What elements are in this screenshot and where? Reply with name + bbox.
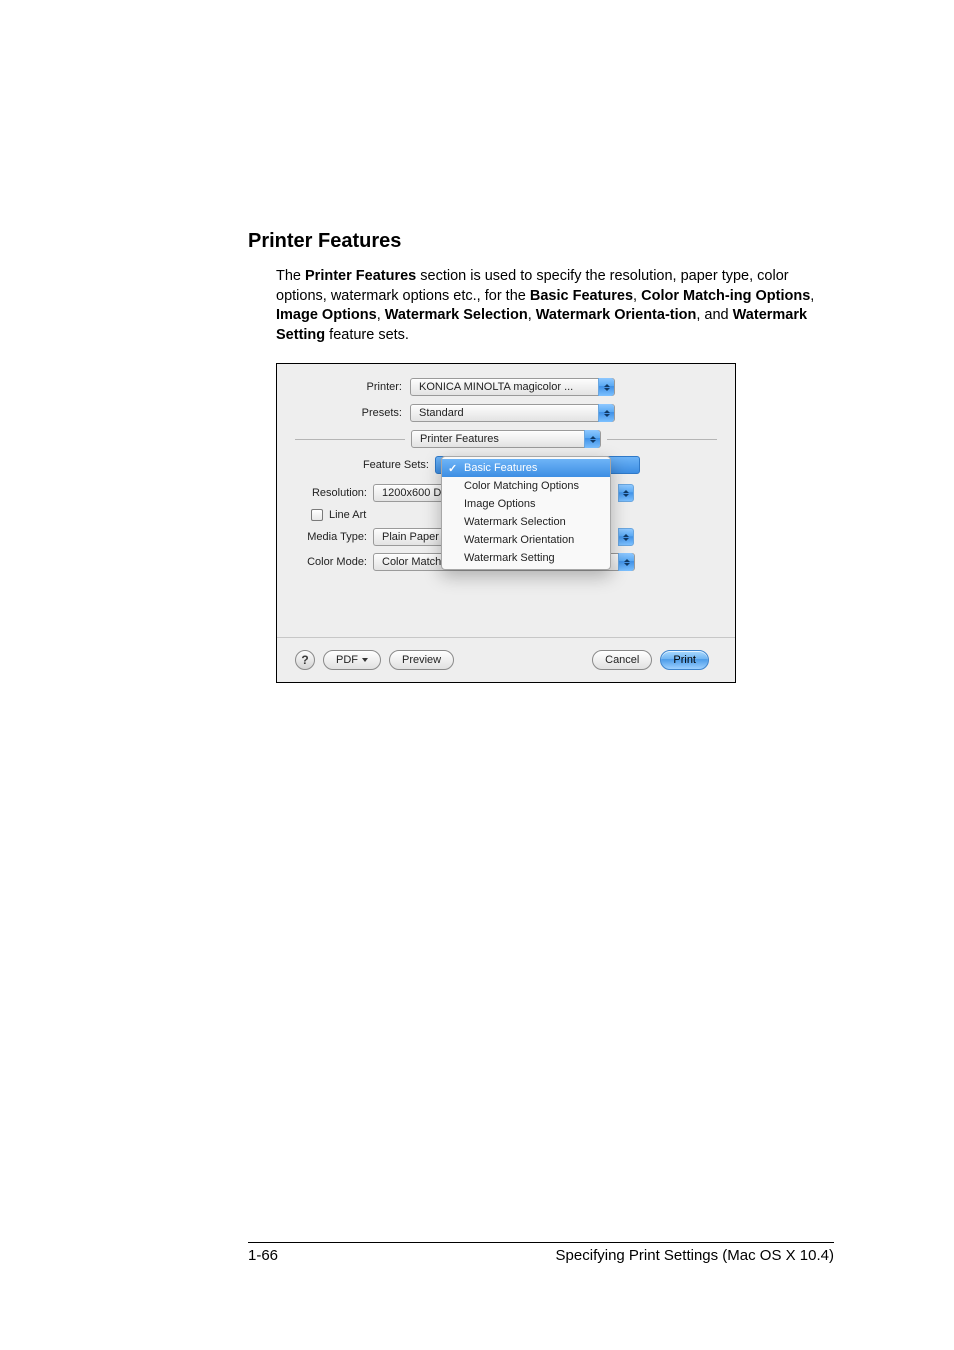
- preview-label: Preview: [402, 654, 441, 666]
- bold-text: Color Match-: [641, 288, 730, 304]
- menu-item-color-matching-options[interactable]: Color Matching Options: [442, 477, 610, 495]
- presets-value: Standard: [419, 407, 598, 419]
- bold-text: Printer Features: [305, 268, 416, 284]
- menu-item-watermark-setting[interactable]: Watermark Setting: [442, 549, 610, 567]
- color-mode-label: Color Mode:: [295, 556, 373, 568]
- menu-item-image-options[interactable]: Image Options: [442, 495, 610, 513]
- menu-item-watermark-orientation[interactable]: Watermark Orientation: [442, 531, 610, 549]
- bold-text: ing Options: [730, 288, 811, 304]
- text: ,: [377, 307, 385, 323]
- group-divider: Printer Features: [295, 430, 717, 448]
- updown-icon: [584, 430, 600, 448]
- page-number: 1-66: [248, 1247, 278, 1264]
- resolution-select[interactable]: 1200x600 D: [373, 484, 448, 502]
- print-dialog: Printer: KONICA MINOLTA magicolor ... Pr…: [276, 363, 736, 683]
- bold-text: Image Options: [276, 307, 377, 323]
- text: ,: [810, 288, 814, 304]
- pdf-label: PDF: [336, 654, 358, 666]
- section-heading: Printer Features: [248, 230, 834, 253]
- menu-item-label: Watermark Selection: [464, 516, 566, 528]
- updown-icon: [598, 378, 614, 396]
- presets-row: Presets: Standard: [295, 404, 717, 422]
- line-art-label: Line Art: [329, 509, 366, 521]
- feature-sets-label: Feature Sets:: [295, 456, 435, 471]
- text: , and: [696, 307, 732, 323]
- footer-title: Specifying Print Settings (Mac OS X 10.4…: [278, 1247, 834, 1264]
- body-paragraph: The Printer Features section is used to …: [276, 267, 834, 345]
- page-footer: 1-66 Specifying Print Settings (Mac OS X…: [248, 1242, 834, 1264]
- printer-label: Printer:: [295, 381, 410, 393]
- printer-row: Printer: KONICA MINOLTA magicolor ...: [295, 378, 717, 396]
- resolution-value: 1200x600 D: [382, 487, 448, 499]
- pane-value: Printer Features: [420, 433, 584, 445]
- resolution-label: Resolution:: [295, 487, 373, 499]
- printer-select[interactable]: KONICA MINOLTA magicolor ...: [410, 378, 615, 396]
- presets-label: Presets:: [295, 407, 410, 419]
- menu-item-label: Watermark Orientation: [464, 534, 574, 546]
- pdf-menu-button[interactable]: PDF: [323, 650, 381, 670]
- menu-item-label: Color Matching Options: [464, 480, 579, 492]
- menu-item-label: Watermark Setting: [464, 552, 555, 564]
- text: ,: [528, 307, 536, 323]
- updown-icon: [598, 404, 614, 422]
- printer-value: KONICA MINOLTA magicolor ...: [419, 381, 598, 393]
- feature-sets-menu[interactable]: ✓ Basic Features Color Matching Options …: [441, 456, 611, 570]
- pane-select[interactable]: Printer Features: [411, 430, 601, 448]
- cancel-label: Cancel: [605, 654, 639, 666]
- text: The: [276, 268, 305, 284]
- cancel-button[interactable]: Cancel: [592, 650, 652, 670]
- updown-icon: [618, 484, 634, 502]
- question-icon: ?: [301, 653, 308, 667]
- updown-icon: [618, 528, 634, 546]
- media-type-label: Media Type:: [295, 531, 373, 543]
- rule-line: [607, 439, 717, 440]
- updown-icon: [618, 553, 634, 571]
- feature-sets-row: Feature Sets: Basic Features ✓ Basic Fea…: [295, 456, 717, 474]
- menu-item-watermark-selection[interactable]: Watermark Selection: [442, 513, 610, 531]
- text: feature sets.: [325, 327, 409, 343]
- menu-item-label: Basic Features: [464, 462, 537, 474]
- dialog-button-bar: ? PDF Preview Cancel Print: [277, 637, 735, 670]
- bold-text: Basic Features: [530, 288, 633, 304]
- presets-select[interactable]: Standard: [410, 404, 615, 422]
- check-icon: ✓: [448, 462, 457, 475]
- preview-button[interactable]: Preview: [389, 650, 454, 670]
- line-art-checkbox[interactable]: [311, 509, 323, 521]
- print-label: Print: [673, 654, 696, 666]
- print-button[interactable]: Print: [660, 650, 709, 670]
- help-button[interactable]: ?: [295, 650, 315, 670]
- menu-item-basic-features[interactable]: ✓ Basic Features: [442, 459, 610, 477]
- rule-line: [295, 439, 405, 440]
- bold-text: Watermark Orienta-: [536, 307, 670, 323]
- text: ,: [633, 288, 641, 304]
- bold-text: tion: [670, 307, 697, 323]
- menu-item-label: Image Options: [464, 498, 536, 510]
- bold-text: Watermark Selection: [385, 307, 528, 323]
- chevron-down-icon: [362, 658, 368, 662]
